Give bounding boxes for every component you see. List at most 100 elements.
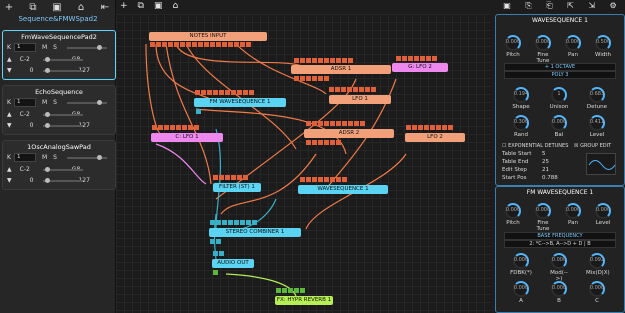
bank-icon[interactable]: ⌂ (74, 1, 88, 13)
octave-select[interactable]: + 1 OCTAVE (504, 63, 616, 71)
notes-input-ports (150, 42, 251, 47)
knob-pan[interactable]: 0.000 Pan (562, 203, 584, 226)
midi-channel-select[interactable]: 1 (13, 153, 36, 162)
clfo1-ports (152, 125, 199, 130)
knob-a[interactable]: 0.000 A (510, 281, 532, 304)
add-icon[interactable]: + (2, 1, 16, 13)
fm-wave-out-ports (196, 109, 201, 114)
lfo2-ports (406, 125, 453, 130)
knob-width[interactable]: 0.500 Width (592, 35, 614, 58)
knob-fdbk[interactable]: 0.000 FDBK(*) (510, 253, 532, 276)
velocity-slider[interactable] (43, 68, 83, 73)
waveseq-ports (300, 177, 347, 182)
knob-pan[interactable]: 0.000 Pan (562, 35, 584, 58)
module-c-lfo-1[interactable]: C: LFO 1 (151, 133, 223, 142)
knob-mix[interactable]: 0.092 Mix(D|X) (586, 253, 610, 276)
settings-icon[interactable]: ⚙ (610, 1, 617, 13)
start-pos-row: Start Pos 0.788 (502, 175, 582, 181)
save-patch-icon[interactable]: ▣ (154, 1, 163, 13)
edit-step-row: Edit Step 21 (502, 167, 582, 173)
start-pos-label: Start Pos (502, 175, 527, 181)
key-low: C-2 (19, 56, 30, 63)
close-panel-icon[interactable]: ⇲ (588, 1, 595, 13)
knob-detune[interactable]: 0.683 Detune (586, 87, 608, 110)
midi-channel-select[interactable]: 1 (13, 43, 36, 52)
knob-fine-tune[interactable]: 0.000 Fine Tune (532, 203, 554, 232)
track-card-2[interactable]: EchoSequence K1 MS ▲C-2 G8 ▼0 127 (2, 85, 116, 135)
collapse-icon[interactable]: ⇤ (98, 1, 112, 13)
table-start-value[interactable]: 5 (542, 151, 546, 157)
start-pos-value[interactable]: 0.788 (542, 175, 558, 181)
key-range-slider[interactable] (43, 57, 83, 62)
knob-bal[interactable]: 0.000 Bal (548, 115, 570, 138)
poly-select[interactable]: POLY 3 (504, 71, 616, 79)
track-panel: + ⧉ ▣ ⌂ ⇤ Sequence&FMWSpad2 FmWaveSequen… (0, 0, 116, 313)
module-audio-out[interactable]: AUDIO OUT (212, 259, 254, 268)
key-low: C-2 (19, 111, 30, 118)
group-edit-checkbox[interactable]: ☒ GROUP EDIT (574, 143, 611, 149)
knob-pitch[interactable]: 0.000 Pitch (502, 203, 524, 226)
library-icon[interactable]: ⌂ (173, 1, 179, 13)
track-name: 1OscAnalogSawPad (27, 143, 91, 151)
knob-unison[interactable]: 1 Unison (548, 87, 570, 110)
export-icon[interactable]: ⎘ (525, 1, 531, 13)
knob-mod[interactable]: 0.000 Mod(-->) (548, 253, 570, 282)
base-frequency-select[interactable]: BASE FREQUENCY (504, 232, 616, 240)
track-card-1[interactable]: FmWaveSequencePad2 K1 MS ▲C-2 G8 ▼0 127 (2, 30, 116, 80)
reverb-ports (276, 288, 305, 293)
module-lfo-2[interactable]: LFO 2 (405, 133, 465, 142)
fm-wavesequence-panel: FM WAVESEQUENCE 1 0.000 Pitch 0.000 Fine T… (495, 186, 625, 313)
track-volume-slider[interactable] (67, 45, 107, 50)
glfo2-ports (396, 56, 437, 61)
module-adsr-2[interactable]: ADSR 2 (304, 129, 394, 138)
edit-step-value[interactable]: 21 (542, 167, 549, 173)
panel-title: FM WAVESEQUENCE 1 (526, 189, 594, 196)
knob-c[interactable]: 0.000 C (586, 281, 608, 304)
track-card-3[interactable]: 1OscAnalogSawPad K1 MS ▲C-2 G8 ▼0 127 (2, 140, 116, 190)
module-filter-st-1[interactable]: FILTER (ST) 1 (213, 183, 261, 192)
exp-detunes-checkbox[interactable]: ☐ EXPONENTIAL DETUNES (502, 143, 568, 149)
key-range-slider[interactable] (43, 112, 83, 117)
module-fm-wavesequence-1[interactable]: FM WAVESEQUENCE 1 (194, 98, 286, 107)
duplicate-icon[interactable]: ⧉ (26, 1, 40, 13)
track-name: EchoSequence (35, 88, 83, 96)
table-end-row: Table End 25 (502, 159, 582, 165)
module-adsr-1[interactable]: ADSR 1 (291, 65, 391, 74)
import-icon[interactable]: ⎗ (546, 1, 552, 13)
group-edit-label: GROUP EDIT (580, 143, 612, 149)
knob-fine-tune[interactable]: 0.000 Fine Tune (532, 35, 554, 64)
popout-icon[interactable]: ⇱ (567, 1, 574, 13)
filter-ports (213, 175, 248, 180)
patch-canvas[interactable]: NOTES INPUT ADSR 1 G: LFO 2 LFO 1 FM WAV… (116, 14, 491, 313)
midi-channel-select[interactable]: 1 (13, 98, 36, 107)
copy-icon[interactable]: ⧉ (138, 1, 144, 13)
module-wavesequence-1[interactable]: WAVESEQUENCE 1 (298, 185, 388, 194)
knob-b[interactable]: 0.000 B (548, 281, 570, 304)
key-low: C-2 (19, 166, 30, 173)
add-module-icon[interactable]: + (120, 1, 128, 13)
knob-level[interactable]: 0.000 Level (592, 203, 614, 226)
save-preset-icon[interactable]: ▣ (503, 1, 511, 13)
module-stereo-combiner-1[interactable]: STEREO COMBINER 1 (209, 228, 301, 237)
adsr2-in-ports (306, 121, 365, 126)
knob-level[interactable]: 0.411 Level (586, 115, 608, 138)
track-volume-slider[interactable] (67, 100, 107, 105)
track-volume-slider[interactable] (67, 155, 107, 160)
module-g-lfo-2[interactable]: G: LFO 2 (392, 63, 448, 72)
table-start-label: Table Start (502, 151, 532, 157)
save-icon[interactable]: ▣ (50, 1, 64, 13)
audio-out-in-ports (213, 251, 224, 256)
velocity-slider[interactable] (43, 123, 83, 128)
fm-wave-in-ports (195, 90, 254, 95)
vel-low: 0 (29, 122, 34, 129)
key-range-slider[interactable] (43, 167, 83, 172)
module-notes-input[interactable]: NOTES INPUT (149, 32, 267, 41)
module-fx-hypr-reverb-1[interactable]: FX: HYPR REVERB 1 (275, 296, 333, 305)
knob-rand[interactable]: 0.300 Rand (510, 115, 532, 138)
velocity-slider[interactable] (43, 178, 83, 183)
module-lfo-1[interactable]: LFO 1 (329, 95, 391, 104)
knob-shape[interactable]: 0.194 Shape (510, 87, 532, 110)
table-end-value[interactable]: 25 (542, 159, 549, 165)
algorithm-select[interactable]: 2: *C-->B, A-->D + D | B (504, 240, 616, 248)
knob-pitch[interactable]: 0.000 Pitch (502, 35, 524, 58)
